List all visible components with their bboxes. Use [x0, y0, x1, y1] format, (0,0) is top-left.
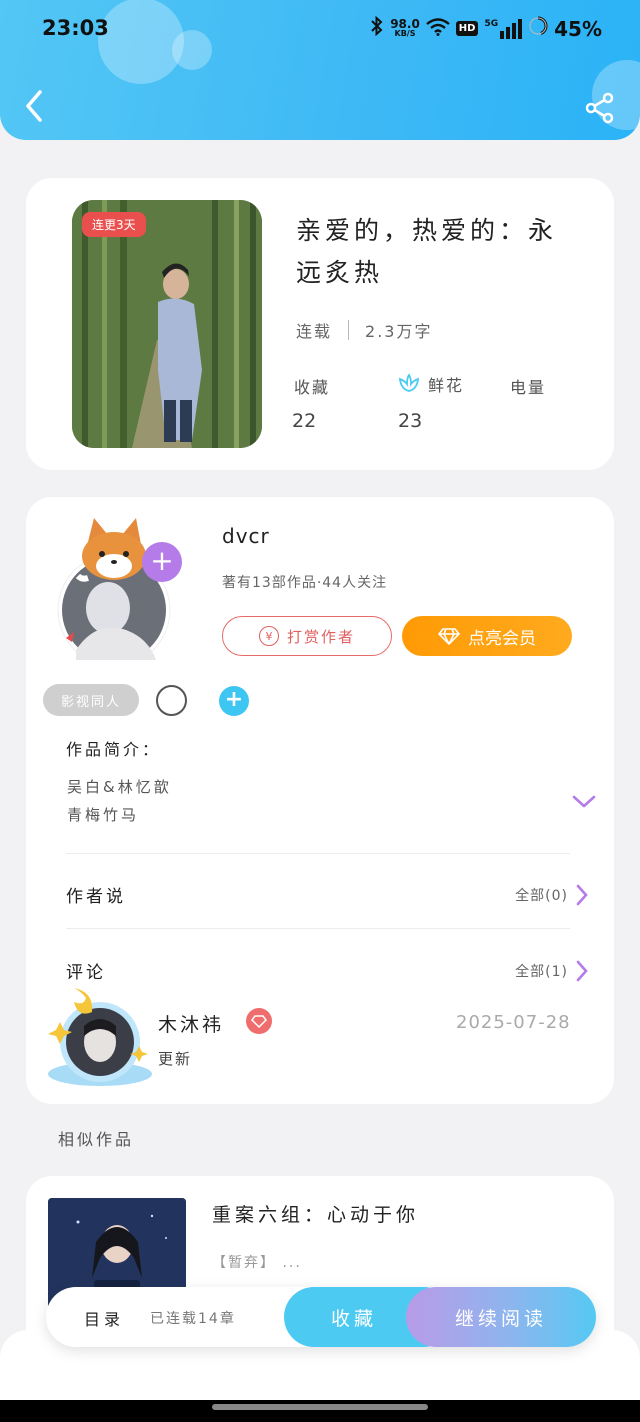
similar-work-title[interactable]: 重案六组：心动于你	[212, 1200, 419, 1227]
add-tag-button[interactable]: +	[219, 686, 249, 716]
author-says-title: 作者说	[66, 887, 126, 907]
chevron-right-icon	[576, 960, 588, 982]
comments-title: 评论	[66, 963, 106, 983]
battery-percent: 45%	[554, 16, 602, 41]
stat-flowers-label: 鲜花	[428, 376, 465, 395]
book-cover[interactable]	[72, 200, 262, 448]
empty-tag-slot[interactable]	[156, 685, 187, 716]
status-icons: 98.0 KB/S HD 5G 45%	[370, 15, 602, 41]
book-word-count: 2.3万字	[365, 322, 433, 341]
cover-image	[72, 200, 262, 448]
section-divider	[66, 853, 570, 854]
home-indicator[interactable]	[212, 1404, 428, 1410]
comments-all-link[interactable]: 全部(1)	[515, 960, 588, 982]
bottom-action-bar: 目录 已连载14章 收藏 继续阅读	[46, 1287, 596, 1347]
vip-button-label: 点亮会员	[468, 628, 536, 649]
share-button[interactable]	[584, 92, 616, 124]
author-info: 著有13部作品·44人关注	[222, 575, 388, 591]
commenter-avatar-image	[48, 988, 152, 1086]
commenter-vip-badge	[246, 1008, 272, 1034]
fan-tag[interactable]: 影视同人	[43, 684, 139, 716]
stat-flowers-value: 23	[398, 410, 423, 432]
tip-author-label: 打赏作者	[286, 627, 355, 646]
stat-power-label: 电量	[510, 378, 547, 397]
bluetooth-icon	[370, 15, 384, 41]
continue-reading-label: 继续阅读	[454, 1307, 547, 1330]
comment-date: 2025-07-28	[456, 1012, 571, 1033]
signal-icon: 5G	[484, 18, 523, 39]
similar-work-tag: 【暂弃】 ...	[212, 1255, 302, 1271]
follow-plus-button[interactable]: +	[142, 542, 182, 582]
commenter-avatar[interactable]	[44, 982, 156, 1088]
hd-icon: HD	[455, 21, 479, 36]
battery-icon	[528, 16, 548, 41]
chapter-count: 已连载14章	[150, 1311, 236, 1327]
tip-author-button[interactable]: ¥ 打赏作者	[222, 616, 392, 656]
status-bar: 23:03 98.0 KB/S HD 5G 45%	[0, 14, 640, 44]
update-streak-badge: 连更3天	[82, 212, 146, 237]
stat-favorites-value: 22	[292, 410, 317, 432]
continue-reading-button[interactable]: 继续阅读	[406, 1287, 596, 1347]
wifi-icon	[426, 17, 450, 41]
net-speed: 98.0 KB/S	[390, 16, 420, 38]
share-icon	[585, 92, 614, 124]
comment-text: 更新	[158, 1050, 193, 1068]
book-meta: 连载 2.3万字	[296, 318, 432, 342]
vip-button[interactable]: 点亮会员	[402, 616, 572, 656]
back-button[interactable]	[22, 88, 50, 124]
book-title: 亲爱的，热爱的：永远炙热	[296, 216, 558, 287]
stat-favorites-label: 收藏	[294, 378, 331, 397]
intro-line: 青梅竹马	[67, 806, 140, 824]
expand-intro-button[interactable]	[572, 792, 596, 812]
chevron-down-icon	[572, 795, 596, 808]
toc-button[interactable]: 目录	[84, 1306, 124, 1330]
flower-icon	[398, 373, 420, 392]
intro-line: 吴白&林忆歆	[67, 778, 172, 796]
chevron-right-icon	[576, 884, 588, 906]
commenter-name[interactable]: 木沐祎	[158, 1010, 224, 1037]
section-divider	[66, 928, 570, 929]
meta-divider	[348, 320, 350, 340]
status-time: 23:03	[42, 16, 109, 40]
similar-works-title: 相似作品	[58, 1130, 135, 1149]
favorite-button-label: 收藏	[330, 1307, 377, 1330]
diamond-icon	[438, 628, 460, 645]
book-status: 连载	[296, 322, 333, 341]
diamond-icon	[251, 1015, 267, 1028]
stat-flowers[interactable]: 鲜花	[398, 372, 464, 396]
header: 23:03 98.0 KB/S HD 5G 45%	[0, 0, 640, 140]
author-says-all-link[interactable]: 全部(0)	[515, 884, 588, 906]
author-avatar[interactable]: +	[56, 510, 186, 667]
author-avatar-image	[57, 518, 171, 667]
intro-title: 作品简介：	[66, 740, 162, 759]
author-name[interactable]: dvcr	[222, 524, 270, 548]
author-says-all-label: 全部(0)	[515, 888, 568, 904]
yuan-icon: ¥	[258, 626, 279, 646]
comments-all-label: 全部(1)	[515, 964, 568, 980]
